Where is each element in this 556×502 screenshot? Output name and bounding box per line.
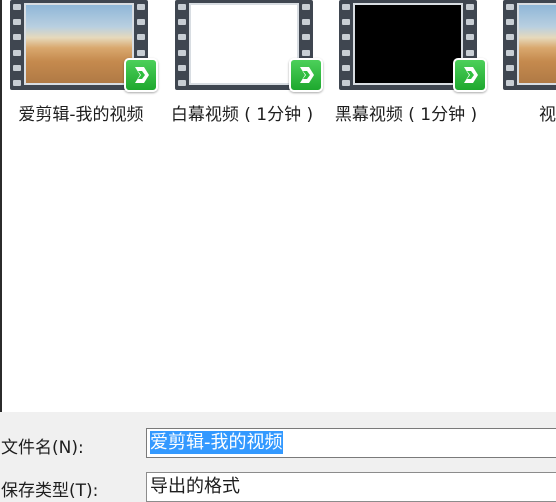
file-item[interactable]: 爱剪辑-我的视频 (2, 0, 158, 160)
file-item[interactable]: 视 (495, 0, 556, 160)
filetype-label: 保存类型(T): (1, 481, 99, 501)
filename-selected-text: 爱剪辑-我的视频 (150, 431, 283, 454)
video-thumbnail (175, 0, 323, 92)
film-strip-icon (503, 0, 556, 90)
file-item[interactable]: 白幕视频 ( 1分钟 ) (167, 0, 323, 160)
save-options-panel: 文件名(N): 爱剪辑-我的视频 保存类型(T): 导出的格式 (0, 412, 556, 502)
video-thumbnail (10, 0, 158, 92)
white-frame-image (189, 3, 299, 85)
desert-scene-image (24, 3, 134, 85)
file-list-view[interactable]: 爱剪辑-我的视频 白幕视频 ( 1分钟 ) 黑幕视频 (1分钟) 视 (2, 0, 556, 412)
filetype-selected-value: 导出的格式 (150, 476, 240, 497)
file-item[interactable]: 黑幕视频 ( 1分钟 ) (331, 0, 487, 160)
black-frame-image (353, 3, 463, 85)
file-name: 黑幕视频 ( 1分钟 ) (334, 105, 478, 125)
aijianji-logo-icon (124, 58, 158, 92)
aijianji-logo-icon (453, 58, 487, 92)
filename-label: 文件名(N): (1, 438, 84, 458)
file-name: 白幕视频 ( 1分钟 ) (170, 105, 314, 125)
video-thumbnail (503, 0, 556, 90)
desert-scene-image (517, 3, 556, 85)
aijianji-logo-icon (289, 58, 323, 92)
filename-input[interactable]: 爱剪辑-我的视频 (146, 428, 556, 458)
file-name: 视 (539, 105, 556, 125)
file-name: 爱剪辑-我的视频 (18, 105, 144, 125)
filetype-select[interactable]: 导出的格式 (146, 472, 556, 502)
video-thumbnail (339, 0, 487, 92)
